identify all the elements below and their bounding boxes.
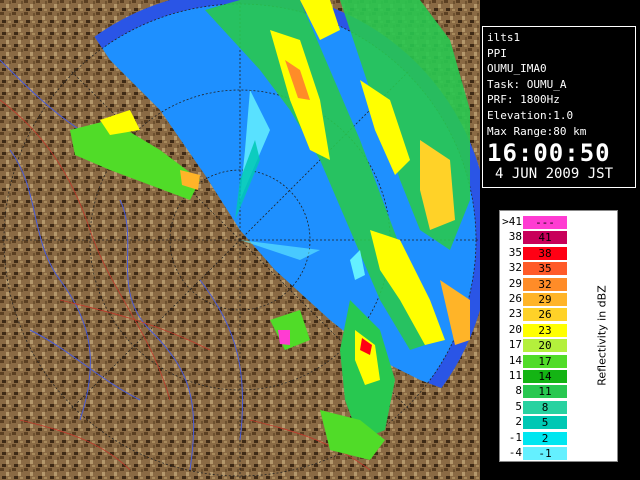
legend-high-value: 11 (538, 385, 552, 399)
legend-low-value: 2 (515, 415, 522, 429)
task-name: Task: OUMU_A (487, 77, 567, 91)
legend-row: 23 26 (500, 306, 590, 322)
legend-low-value: 35 (508, 245, 522, 259)
legend-high-value: 20 (538, 339, 552, 353)
scan-name: OUMU_IMA0 (487, 62, 547, 76)
site-name: ilts1 (487, 31, 521, 44)
legend-row: -4 -1 (500, 445, 590, 461)
legend-low-value: 29 (508, 276, 522, 290)
legend-high-value: 32 (538, 277, 552, 291)
legend-high-value: 26 (538, 308, 552, 322)
legend-high-value: 29 (538, 293, 552, 306)
scan-time: 16:00:50 (487, 139, 611, 168)
radar-map (0, 0, 480, 480)
legend-row: 32 35 (500, 260, 590, 276)
legend-row: 29 32 (500, 276, 590, 292)
elevation-value: Elevation:1.0 (487, 108, 574, 122)
legend-high-value: --- (535, 216, 555, 229)
legend-low-value: 5 (515, 399, 522, 413)
legend-row: 20 23 (500, 322, 590, 338)
legend-high-value: 14 (538, 370, 552, 383)
legend-row: 17 20 (500, 337, 590, 353)
scan-date: 4 JUN 2009 JST (495, 166, 614, 183)
legend-low-value: 26 (508, 292, 522, 305)
legend-low-value: 17 (508, 338, 522, 352)
legend-low-value: 14 (508, 353, 522, 367)
prf-value: PRF: 1800Hz (487, 93, 560, 107)
legend-low-value: 32 (508, 261, 522, 275)
legend-row: 25 (500, 414, 590, 430)
legend-row: 14 17 (500, 353, 590, 369)
legend-high-value: 41 (538, 231, 552, 245)
legend-high-value: 5 (541, 416, 549, 430)
legend-low-value: 20 (508, 322, 522, 336)
legend-high-value: -1 (538, 447, 552, 460)
legend-low-value: 38 (508, 230, 522, 244)
legend-row: -1 2 (500, 430, 590, 446)
legend-row: 38 41 (500, 229, 590, 245)
legend-row: 11 14 (500, 368, 590, 384)
legend-low-value: -1 (508, 430, 522, 444)
legend-title-text: Reflectivity in dBZ (595, 285, 609, 386)
legend-high-value: 35 (538, 262, 552, 276)
legend-row: 58 (500, 399, 590, 415)
legend-low-value: 8 (515, 384, 522, 398)
legend-row: 26 29 (500, 291, 590, 307)
legend-row: 35 38 (500, 245, 590, 261)
radar-ppi-view[interactable] (0, 0, 480, 480)
scan-info-box: ilts1 PPI OUMU_IMA0 Task: OUMU_A PRF: 18… (482, 26, 636, 188)
legend-row: >41 --- (500, 214, 590, 230)
product-type: PPI (487, 46, 507, 60)
legend-high-value: 8 (541, 400, 549, 414)
info-side-panel: ilts1 PPI OUMU_IMA0 Task: OUMU_A PRF: 18… (480, 0, 640, 480)
reflectivity-legend: >41 --- 38 41 35 38 32 35 29 32 26 29 23 26 20 23 17 20 14… (499, 210, 618, 462)
max-range-value: Max Range:80 km (487, 124, 587, 138)
legend-low-value: 11 (508, 369, 522, 382)
legend-high-value: 17 (538, 354, 552, 368)
legend-high-value: 38 (538, 246, 552, 260)
legend-low-value: 23 (508, 307, 522, 321)
legend-title: Reflectivity in dBZ (590, 241, 614, 441)
legend-high-value: 2 (541, 431, 549, 445)
legend-high-value: 23 (538, 323, 552, 337)
legend-row: 8 11 (500, 383, 590, 399)
legend-low-value: -4 (508, 446, 522, 459)
legend-low-value: >41 (502, 215, 522, 228)
